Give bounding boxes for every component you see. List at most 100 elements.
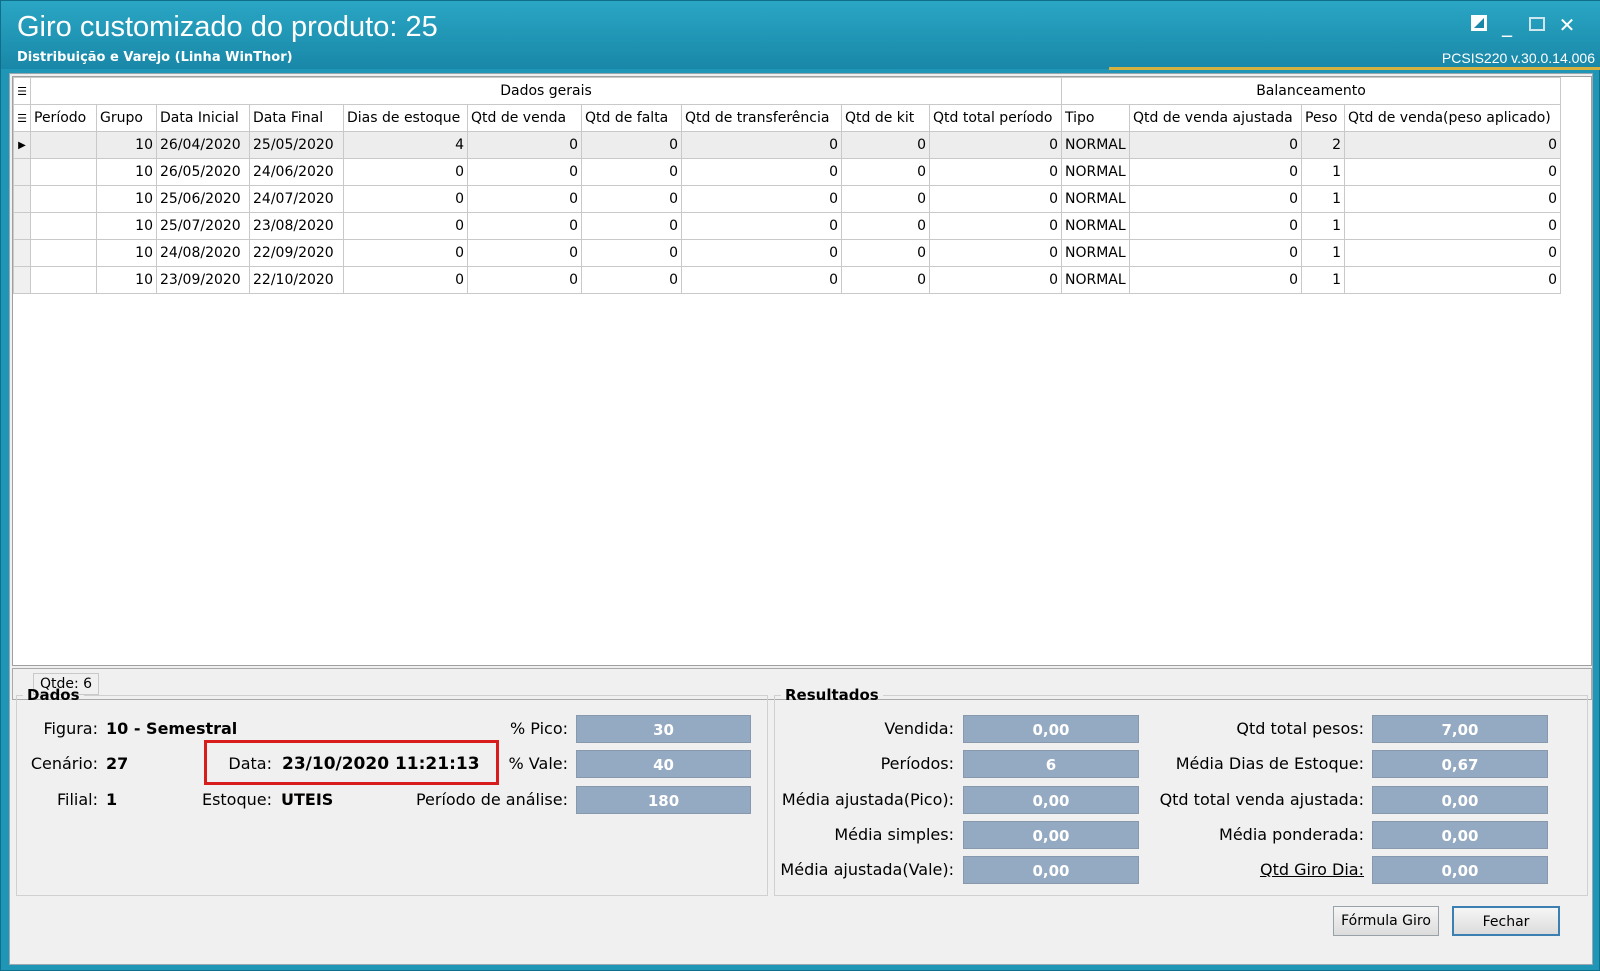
table-cell[interactable]: 22/10/2020 xyxy=(249,266,344,294)
table-cell[interactable]: 0 xyxy=(841,131,930,159)
table-cell[interactable]: 4 xyxy=(343,131,468,159)
table-cell[interactable]: 0 xyxy=(467,239,582,267)
table-cell[interactable]: 0 xyxy=(681,158,842,186)
table-cell[interactable]: 0 xyxy=(841,266,930,294)
table-cell[interactable]: 0 xyxy=(467,266,582,294)
table-cell[interactable]: 24/07/2020 xyxy=(249,185,344,213)
table-cell[interactable]: 10 xyxy=(96,212,157,240)
table-cell[interactable]: 0 xyxy=(929,266,1062,294)
table-cell[interactable]: 0 xyxy=(1129,239,1302,267)
table-cell[interactable]: NORMAL xyxy=(1061,239,1130,267)
table-cell[interactable]: 24/08/2020 xyxy=(156,239,250,267)
table-cell[interactable]: 0 xyxy=(1344,131,1561,159)
table-cell[interactable]: 0 xyxy=(581,239,682,267)
table-cell[interactable]: 0 xyxy=(467,131,582,159)
col-header[interactable]: Qtd de falta xyxy=(581,104,682,132)
qtd-giro-dia-link[interactable]: Qtd Giro Dia: xyxy=(1148,860,1364,879)
col-header[interactable]: Período xyxy=(30,104,97,132)
row-indicator[interactable] xyxy=(13,185,31,213)
table-cell[interactable]: 0 xyxy=(841,158,930,186)
table-cell[interactable]: 0 xyxy=(1129,266,1302,294)
table-cell[interactable]: 23/09/2020 xyxy=(156,266,250,294)
table-cell[interactable]: 26/04/2020 xyxy=(156,131,250,159)
table-cell[interactable]: 1 xyxy=(1301,212,1345,240)
table-cell[interactable]: 0 xyxy=(1129,131,1302,159)
table-cell[interactable]: 1 xyxy=(1301,158,1345,186)
table-cell[interactable]: 10 xyxy=(96,266,157,294)
table-cell[interactable]: NORMAL xyxy=(1061,212,1130,240)
table-cell[interactable]: 10 xyxy=(96,185,157,213)
close-icon[interactable]: ✕ xyxy=(1555,13,1579,37)
table-cell[interactable]: NORMAL xyxy=(1061,185,1130,213)
col-header[interactable]: Peso xyxy=(1301,104,1345,132)
table-cell[interactable] xyxy=(30,239,97,267)
minimize-icon[interactable]: _ xyxy=(1495,13,1519,37)
table-cell[interactable]: 0 xyxy=(343,266,468,294)
col-header[interactable]: Qtd de transferência xyxy=(681,104,842,132)
table-cell[interactable]: 0 xyxy=(681,212,842,240)
fechar-button[interactable]: Fechar xyxy=(1452,906,1560,936)
col-header[interactable]: Qtd de venda xyxy=(467,104,582,132)
table-cell[interactable]: 24/06/2020 xyxy=(249,158,344,186)
table-cell[interactable]: 0 xyxy=(1344,266,1561,294)
table-cell[interactable]: 0 xyxy=(681,185,842,213)
table-cell[interactable]: 10 xyxy=(96,131,157,159)
row-pointer-icon[interactable]: ▶ xyxy=(13,131,31,159)
edit-icon[interactable] xyxy=(1467,13,1491,37)
table-cell[interactable]: 0 xyxy=(581,212,682,240)
table-row[interactable]: ▶ 10 26/04/2020 25/05/2020 4 0 0 0 0 0 NORMAL 0 2 0 xyxy=(13,131,1561,159)
col-header[interactable]: Qtd de venda ajustada xyxy=(1129,104,1302,132)
table-cell[interactable]: 0 xyxy=(581,266,682,294)
row-indicator[interactable] xyxy=(13,266,31,294)
table-cell[interactable]: 25/06/2020 xyxy=(156,185,250,213)
table-cell[interactable]: 0 xyxy=(467,212,582,240)
table-cell[interactable]: 0 xyxy=(929,185,1062,213)
col-header[interactable]: Data Final xyxy=(249,104,344,132)
band-menu-icon[interactable]: ☰ xyxy=(13,77,31,105)
table-cell[interactable]: 0 xyxy=(1129,158,1302,186)
table-row[interactable]: 10 25/07/2020 23/08/2020 0 0 0 0 0 0 NORMAL 0 1 0 xyxy=(13,212,1561,240)
column-menu-icon[interactable]: ☰ xyxy=(13,104,31,132)
col-header[interactable]: Qtd de kit xyxy=(841,104,930,132)
table-cell[interactable]: 25/05/2020 xyxy=(249,131,344,159)
col-header[interactable]: Tipo xyxy=(1061,104,1130,132)
table-cell[interactable]: 22/09/2020 xyxy=(249,239,344,267)
table-cell[interactable]: 0 xyxy=(343,158,468,186)
table-cell[interactable]: 25/07/2020 xyxy=(156,212,250,240)
table-cell[interactable]: 1 xyxy=(1301,239,1345,267)
table-cell[interactable]: 1 xyxy=(1301,266,1345,294)
table-cell[interactable]: 23/08/2020 xyxy=(249,212,344,240)
table-cell[interactable] xyxy=(30,212,97,240)
table-cell[interactable]: 10 xyxy=(96,158,157,186)
data-grid[interactable]: ☰ Dados gerais Balanceamento ☰ Período G… xyxy=(12,76,1592,666)
table-cell[interactable]: 0 xyxy=(581,131,682,159)
table-cell[interactable]: 1 xyxy=(1301,185,1345,213)
table-cell[interactable]: 0 xyxy=(1344,239,1561,267)
table-cell[interactable] xyxy=(30,158,97,186)
table-cell[interactable]: 0 xyxy=(681,131,842,159)
table-cell[interactable] xyxy=(30,266,97,294)
table-cell[interactable]: 0 xyxy=(841,185,930,213)
table-cell[interactable] xyxy=(30,185,97,213)
table-cell[interactable]: 0 xyxy=(681,239,842,267)
table-cell[interactable]: 2 xyxy=(1301,131,1345,159)
table-cell[interactable]: 26/05/2020 xyxy=(156,158,250,186)
row-indicator[interactable] xyxy=(13,239,31,267)
col-header[interactable]: Dias de estoque xyxy=(343,104,468,132)
table-cell[interactable]: 0 xyxy=(929,212,1062,240)
table-cell[interactable]: 0 xyxy=(929,158,1062,186)
table-cell[interactable]: 0 xyxy=(467,158,582,186)
table-row[interactable]: 10 26/05/2020 24/06/2020 0 0 0 0 0 0 NORMAL 0 1 0 xyxy=(13,158,1561,186)
table-cell[interactable]: 0 xyxy=(343,212,468,240)
table-cell[interactable]: 0 xyxy=(1344,212,1561,240)
table-cell[interactable]: 0 xyxy=(343,239,468,267)
table-cell[interactable]: 0 xyxy=(841,239,930,267)
col-header[interactable]: Data Inicial xyxy=(156,104,250,132)
col-header[interactable]: Qtd total período xyxy=(929,104,1062,132)
table-cell[interactable]: 0 xyxy=(1129,212,1302,240)
row-indicator[interactable] xyxy=(13,212,31,240)
table-cell[interactable]: 0 xyxy=(929,131,1062,159)
table-cell[interactable]: 0 xyxy=(467,185,582,213)
table-cell[interactable]: 0 xyxy=(929,239,1062,267)
table-row[interactable]: 10 25/06/2020 24/07/2020 0 0 0 0 0 0 NORMAL 0 1 0 xyxy=(13,185,1561,213)
